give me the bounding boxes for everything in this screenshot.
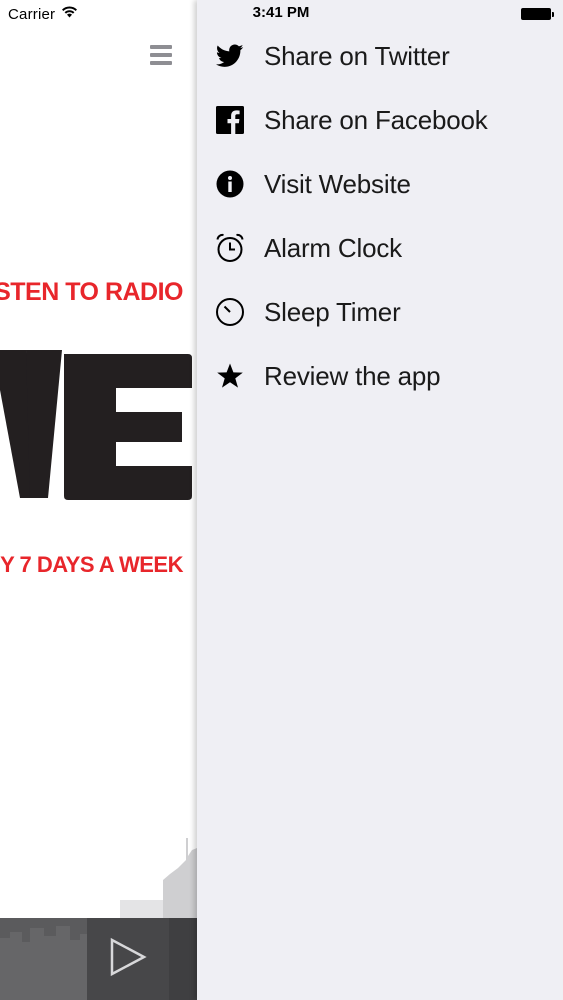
menu-item-review-app[interactable]: Review the app bbox=[197, 344, 563, 408]
city-skyline-image bbox=[120, 838, 197, 920]
carrier-label: Carrier bbox=[8, 5, 56, 23]
menu-item-label: Review the app bbox=[264, 360, 441, 391]
menu-item-alarm-clock[interactable]: Alarm Clock bbox=[197, 216, 563, 280]
side-menu-drawer: 3:41 PM Share on Twitter Share on Facebo… bbox=[197, 0, 563, 1000]
info-icon bbox=[215, 169, 245, 199]
status-bar-left: Carrier bbox=[8, 4, 78, 24]
menu-bar bbox=[150, 53, 172, 57]
play-button[interactable] bbox=[87, 918, 169, 1000]
skyline-silhouette bbox=[0, 926, 90, 1000]
menu-item-label: Share on Twitter bbox=[264, 40, 450, 71]
station-logo: VE bbox=[0, 350, 192, 500]
player-bar-end bbox=[169, 918, 197, 1000]
status-time: 3:41 PM bbox=[252, 4, 310, 21]
player-bar bbox=[0, 918, 197, 1000]
wifi-icon bbox=[61, 5, 78, 23]
main-view: Carrier STEN TO RADIO VE Y 7 DAYS A WEEK bbox=[0, 0, 197, 1000]
menu-item-label: Visit Website bbox=[264, 168, 411, 199]
menu-item-share-twitter[interactable]: Share on Twitter bbox=[197, 24, 563, 88]
star-icon bbox=[215, 361, 245, 391]
menu-item-share-facebook[interactable]: Share on Facebook bbox=[197, 88, 563, 152]
hamburger-menu-button[interactable] bbox=[150, 45, 172, 65]
alarm-clock-icon bbox=[215, 233, 245, 263]
tagline-top: STEN TO RADIO bbox=[0, 278, 183, 306]
menu-bar bbox=[150, 61, 172, 65]
menu-item-label: Share on Facebook bbox=[264, 104, 488, 135]
timer-icon bbox=[215, 297, 245, 327]
battery-icon bbox=[521, 8, 555, 20]
menu-item-label: Sleep Timer bbox=[264, 296, 401, 327]
facebook-icon bbox=[215, 105, 245, 135]
menu-item-label: Alarm Clock bbox=[264, 232, 402, 263]
side-menu-list: Share on Twitter Share on Facebook Visit… bbox=[197, 24, 563, 408]
play-icon bbox=[109, 937, 147, 982]
menu-bar bbox=[150, 45, 172, 49]
twitter-icon bbox=[215, 41, 245, 71]
tagline-bottom: Y 7 DAYS A WEEK bbox=[0, 552, 183, 577]
menu-item-sleep-timer[interactable]: Sleep Timer bbox=[197, 280, 563, 344]
menu-item-visit-website[interactable]: Visit Website bbox=[197, 152, 563, 216]
